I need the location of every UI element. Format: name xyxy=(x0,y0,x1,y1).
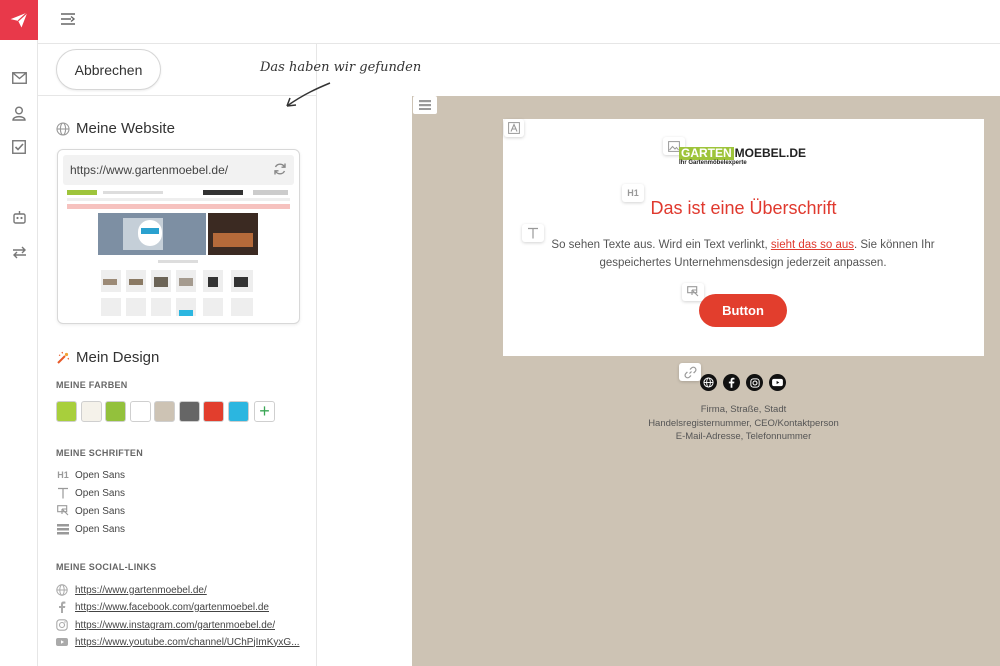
preview-body-text[interactable]: So sehen Texte aus. Wird ein Text verlin… xyxy=(540,236,946,272)
fonts-label: MEINE SCHRIFTEN xyxy=(56,448,144,458)
youtube-icon xyxy=(56,636,68,648)
mail-icon[interactable] xyxy=(9,68,29,88)
text-icon xyxy=(56,486,70,500)
social-link-website[interactable]: https://www.gartenmoebel.de/ xyxy=(56,582,306,598)
font-name: Open Sans xyxy=(75,469,126,481)
color-swatch[interactable] xyxy=(56,401,77,422)
social-url[interactable]: https://www.gartenmoebel.de/ xyxy=(75,585,207,596)
color-swatch[interactable] xyxy=(227,401,249,422)
canvas-menu-icon[interactable] xyxy=(413,96,437,114)
font-row-text[interactable]: Open Sans xyxy=(56,485,125,501)
add-color-button[interactable]: + xyxy=(254,401,275,422)
robot-icon[interactable] xyxy=(9,207,29,227)
social-url[interactable]: https://www.instagram.com/gartenmoebel.d… xyxy=(75,620,275,631)
footer-line-registry: Handelsregisternummer, CEO/Kontaktperson xyxy=(648,417,839,429)
font-row-footer[interactable]: Open Sans xyxy=(56,521,125,537)
button-tool-icon[interactable] xyxy=(682,283,704,301)
globe-icon[interactable] xyxy=(700,374,717,391)
top-bar xyxy=(38,0,1000,44)
logo-part-moebel: MOEBEL.DE xyxy=(734,146,807,160)
brand-logo[interactable]: GARTEN MOEBEL.DE xyxy=(679,146,806,160)
design-section-title: Mein Design xyxy=(56,349,159,366)
magic-wand-icon xyxy=(56,351,70,365)
color-swatch[interactable] xyxy=(105,401,126,422)
youtube-icon[interactable] xyxy=(769,374,786,391)
font-name: Open Sans xyxy=(75,487,126,499)
facebook-icon[interactable] xyxy=(723,374,740,391)
color-swatch[interactable] xyxy=(129,401,151,422)
button-icon xyxy=(56,504,70,518)
website-section-title: Meine Website xyxy=(56,120,175,137)
website-screenshot-thumbnail xyxy=(63,188,294,320)
url-bar: https://www.gartenmoebel.de/ xyxy=(63,155,294,185)
left-rail xyxy=(0,0,38,666)
preview-footer[interactable]: Firma, Straße, Stadt Handelsregisternumm… xyxy=(503,403,984,444)
found-annotation: Das haben wir gefunden xyxy=(260,60,422,75)
cancel-button[interactable]: Abbrechen xyxy=(56,49,161,90)
social-link-facebook[interactable]: https://www.facebook.com/gartenmoebel.de xyxy=(56,599,306,615)
preview-cta-button[interactable]: Button xyxy=(699,294,787,327)
footer-icon xyxy=(56,522,70,536)
canvas-margin xyxy=(317,96,412,666)
color-swatch[interactable] xyxy=(203,401,224,422)
color-swatch[interactable] xyxy=(80,401,102,422)
swap-arrows-icon[interactable] xyxy=(9,242,29,262)
color-swatch[interactable] xyxy=(154,401,175,422)
font-name: Open Sans xyxy=(75,505,126,517)
social-url[interactable]: https://www.facebook.com/gartenmoebel.de xyxy=(75,602,269,613)
social-links-label: MEINE SOCIAL-LINKS xyxy=(56,562,157,572)
color-swatch[interactable] xyxy=(178,401,200,422)
instagram-icon[interactable] xyxy=(746,374,763,391)
logo-part-garten: GARTEN xyxy=(679,145,734,160)
website-url: https://www.gartenmoebel.de/ xyxy=(70,163,229,177)
website-title: Meine Website xyxy=(76,120,175,137)
globe-icon xyxy=(56,584,68,596)
design-panel: Abbrechen Meine Website https://www.gart… xyxy=(38,44,317,666)
preview-social-icons xyxy=(700,374,786,391)
menu-toggle-icon[interactable] xyxy=(60,11,78,29)
footer-line-address: Firma, Straße, Stadt xyxy=(700,404,787,415)
heading-icon: H1 xyxy=(57,470,69,480)
website-preview-card[interactable]: https://www.gartenmoebel.de/ xyxy=(57,149,300,324)
refresh-icon[interactable] xyxy=(273,162,287,176)
design-title: Mein Design xyxy=(76,349,160,366)
social-url[interactable]: https://www.youtube.com/channel/UChPjImK… xyxy=(75,637,300,648)
user-icon[interactable] xyxy=(9,103,29,123)
font-row-heading[interactable]: H1 Open Sans xyxy=(56,467,125,483)
link-tool-icon[interactable] xyxy=(679,363,701,381)
colors-label: MEINE FARBEN xyxy=(56,380,128,390)
social-link-youtube[interactable]: https://www.youtube.com/channel/UChPjImK… xyxy=(56,634,306,650)
checklist-icon[interactable] xyxy=(9,137,29,157)
app-logo-paperplane-icon[interactable] xyxy=(0,0,38,40)
background-tool-icon[interactable] xyxy=(504,119,524,137)
body-text-link[interactable]: sieht das so aus xyxy=(771,239,854,251)
logo-subtitle: Ihr Gartenmöbelexperte xyxy=(679,160,747,166)
instagram-icon xyxy=(56,619,68,631)
facebook-icon xyxy=(56,601,68,613)
body-text-start: So sehen Texte aus. Wird ein Text verlin… xyxy=(551,239,771,251)
preview-headline[interactable]: Das ist eine Überschrift xyxy=(503,198,984,219)
globe-icon xyxy=(56,121,70,136)
font-row-button[interactable]: Open Sans xyxy=(56,503,125,519)
social-link-instagram[interactable]: https://www.instagram.com/gartenmoebel.d… xyxy=(56,617,306,633)
footer-line-contact: E-Mail-Adresse, Telefonnummer xyxy=(675,431,812,442)
font-name: Open Sans xyxy=(75,523,126,535)
